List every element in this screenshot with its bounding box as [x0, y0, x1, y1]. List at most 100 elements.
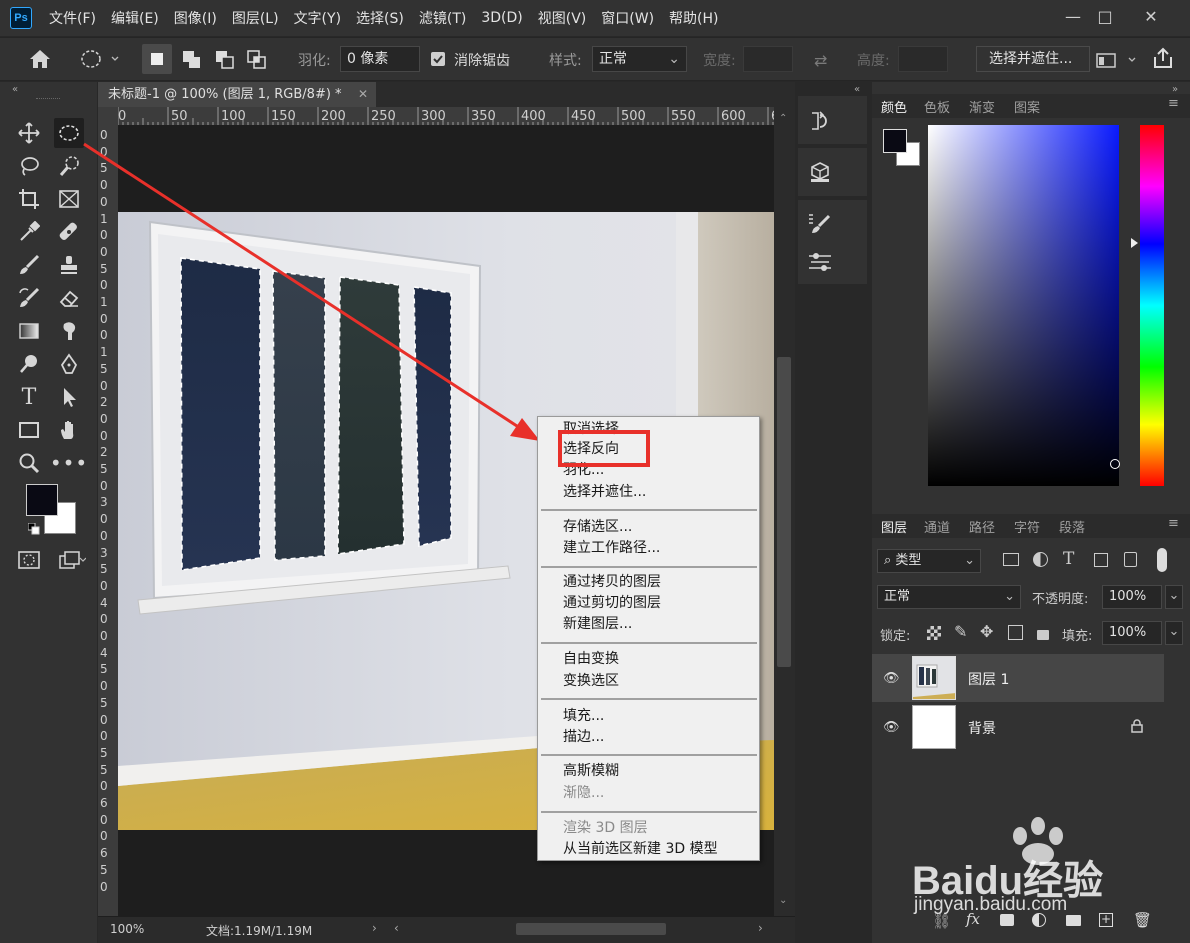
tab-color[interactable]: 颜色 — [881, 97, 907, 116]
dodge-tool-icon[interactable] — [14, 349, 44, 379]
lock-transparent-pixels-icon[interactable] — [927, 626, 941, 640]
tab-patterns[interactable]: 图案 — [1014, 97, 1040, 116]
menu-filter[interactable]: 滤镜(T) — [416, 8, 469, 28]
brush-tool-icon[interactable] — [14, 250, 44, 280]
collapse-panel-icon[interactable]: « — [854, 84, 860, 95]
layer-name[interactable]: 背景 — [968, 718, 996, 738]
color-picker-ring[interactable] — [1110, 459, 1120, 469]
new-adjustment-layer-icon[interactable] — [1032, 913, 1046, 927]
history-panel-button[interactable] — [798, 96, 867, 144]
new-group-icon[interactable] — [1066, 915, 1081, 926]
pen-tool-icon[interactable] — [54, 349, 84, 379]
opacity-dropdown-icon[interactable]: ⌄ — [1165, 585, 1183, 609]
lock-position-icon[interactable]: ✥ — [980, 622, 993, 641]
eye-icon[interactable]: 👁 — [883, 671, 900, 686]
scroll-up-icon[interactable]: ⌃ — [779, 113, 787, 124]
filter-pixel-layer-icon[interactable] — [1003, 553, 1019, 566]
select-and-mask-button[interactable]: 选择并遮住... — [976, 46, 1090, 72]
menu-3d[interactable]: 3D(D) — [478, 10, 525, 26]
add-mask-icon[interactable] — [1000, 914, 1014, 926]
quick-mask-icon[interactable] — [17, 550, 41, 574]
layer-name[interactable]: 图层 1 — [968, 669, 1009, 689]
filter-smart-object-icon[interactable] — [1124, 552, 1137, 567]
color-panel-foreground-swatch[interactable] — [883, 129, 907, 153]
tab-paths[interactable]: 路径 — [969, 517, 995, 536]
menu-item-transform-selection[interactable]: 变换选区 — [563, 671, 619, 691]
tab-gradients[interactable]: 渐变 — [969, 97, 995, 116]
lasso-tool-icon[interactable] — [14, 151, 44, 181]
feather-input[interactable]: 0 像素 — [340, 46, 420, 72]
close-tab-icon[interactable]: ✕ — [358, 82, 368, 107]
menu-item-layer-via-copy[interactable]: 通过拷贝的图层 — [563, 572, 661, 592]
eye-icon[interactable]: 👁 — [883, 720, 900, 735]
crop-tool-icon[interactable] — [14, 184, 44, 214]
smudge-tool-icon[interactable] — [54, 316, 84, 346]
workspace-icon[interactable] — [1096, 52, 1140, 74]
menu-window[interactable]: 窗口(W) — [598, 8, 657, 28]
default-colors-icon[interactable] — [27, 522, 40, 539]
frame-tool-icon[interactable] — [54, 184, 84, 214]
elliptical-marquee-preset-icon[interactable] — [80, 48, 120, 74]
3d-panel-button[interactable] — [798, 148, 867, 196]
tab-paragraph[interactable]: 段落 — [1059, 517, 1085, 536]
swap-dimensions-icon[interactable]: ⇄ — [814, 51, 827, 70]
hand-tool-icon[interactable] — [54, 415, 84, 445]
menu-type[interactable]: 文字(Y) — [291, 8, 344, 28]
hue-slider-handle-icon[interactable] — [1131, 238, 1138, 248]
lock-image-pixels-icon[interactable]: ✎ — [954, 622, 967, 641]
menu-view[interactable]: 视图(V) — [535, 8, 590, 28]
menu-edit[interactable]: 编辑(E) — [108, 8, 162, 28]
brush-settings-icon[interactable] — [807, 212, 833, 236]
gradient-tool-icon[interactable] — [14, 316, 44, 346]
adjustments-icon[interactable] — [807, 250, 833, 274]
menu-item-free-transform[interactable]: 自由变换 — [563, 649, 619, 669]
more-tools-icon[interactable]: ••• — [50, 448, 87, 478]
scroll-left-icon[interactable]: ‹ — [394, 921, 399, 935]
menu-item-save-selection[interactable]: 存储选区... — [563, 517, 632, 537]
color-field[interactable] — [928, 125, 1119, 486]
history-brush-tool-icon[interactable] — [14, 283, 44, 313]
delete-layer-icon[interactable]: 🗑 — [1133, 911, 1152, 929]
minimize-button[interactable]: — — [1062, 6, 1084, 28]
screen-mode-icon[interactable] — [58, 550, 87, 574]
menu-item-fill[interactable]: 填充... — [563, 706, 604, 726]
healing-brush-tool-icon[interactable] — [54, 217, 84, 247]
foreground-color-swatch[interactable] — [26, 484, 58, 516]
move-tool-icon[interactable] — [14, 118, 44, 148]
layer-style-icon[interactable]: fx — [966, 910, 980, 928]
panel-menu-icon[interactable]: ≡ — [1168, 516, 1179, 531]
menu-item-layer-via-cut[interactable]: 通过剪切的图层 — [563, 593, 661, 613]
scroll-right-icon[interactable]: › — [758, 921, 763, 935]
filter-type-layer-icon[interactable]: T — [1063, 549, 1074, 569]
subtract-from-selection-icon[interactable] — [215, 50, 235, 74]
menu-help[interactable]: 帮助(H) — [666, 8, 721, 28]
layer-row[interactable]: 👁 图层 1 — [872, 654, 1164, 702]
document-tab[interactable]: 未标题-1 @ 100% (图层 1, RGB/8#) * ✕ — [98, 82, 376, 107]
lock-all-icon[interactable] — [1037, 630, 1049, 640]
new-layer-icon[interactable]: + — [1099, 913, 1113, 927]
lock-artboard-icon[interactable] — [1008, 625, 1023, 640]
link-layers-icon[interactable]: ⛓ — [932, 912, 951, 930]
share-icon[interactable] — [1152, 47, 1174, 73]
collapse-panel-icon[interactable]: « — [12, 84, 18, 95]
menu-file[interactable]: 文件(F) — [46, 8, 99, 28]
menu-item-new-layer[interactable]: 新建图层... — [563, 614, 632, 634]
close-window-button[interactable]: ✕ — [1140, 6, 1162, 28]
fill-input[interactable]: 100% — [1102, 621, 1162, 645]
tab-character[interactable]: 字符 — [1014, 517, 1040, 536]
blend-mode-select[interactable]: 正常 ⌄ — [877, 585, 1021, 609]
menu-item-make-work-path[interactable]: 建立工作路径... — [563, 538, 660, 558]
filter-toggle-icon[interactable] — [1157, 548, 1167, 572]
clone-stamp-tool-icon[interactable] — [54, 250, 84, 280]
ruler-origin[interactable] — [98, 107, 118, 126]
scroll-down-icon[interactable]: ⌄ — [779, 895, 787, 906]
status-menu-arrow-icon[interactable]: › — [372, 921, 377, 935]
add-to-selection-icon[interactable] — [182, 50, 202, 74]
layer-filter-select[interactable]: ⌕ 类型 ⌄ — [877, 549, 981, 573]
menu-item-select-and-mask[interactable]: 选择并遮住... — [563, 482, 646, 502]
scroll-thumb[interactable] — [777, 357, 791, 667]
intersect-selection-icon[interactable] — [247, 50, 267, 74]
tab-layers[interactable]: 图层 — [881, 517, 907, 536]
fill-dropdown-icon[interactable]: ⌄ — [1165, 621, 1183, 645]
maximize-button[interactable]: □ — [1094, 6, 1116, 28]
